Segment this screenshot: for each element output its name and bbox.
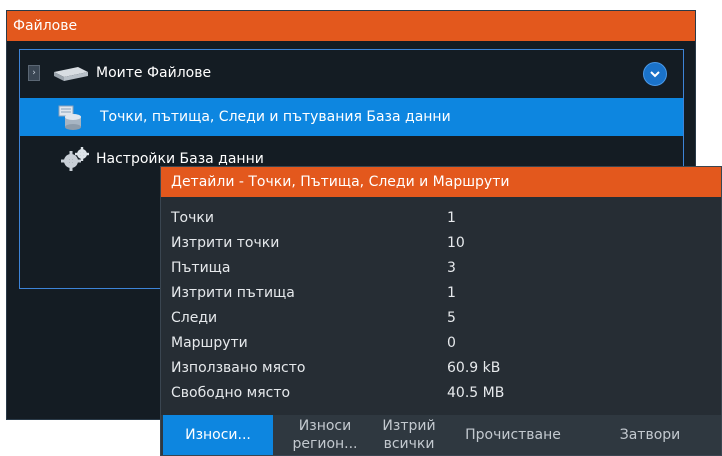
chevron-down-icon[interactable] bbox=[643, 62, 667, 86]
detail-label: Изтрити точки bbox=[171, 235, 280, 251]
clean-button-label: Прочистване bbox=[465, 427, 561, 443]
detail-value: 1 bbox=[447, 210, 456, 226]
detail-label: Свободно място bbox=[171, 385, 291, 401]
database-icon bbox=[56, 104, 84, 145]
detail-row-routes: Пътища 3 bbox=[161, 255, 721, 281]
expand-toggle-icon[interactable]: › bbox=[28, 65, 40, 81]
detail-label: Пътища bbox=[171, 260, 231, 276]
delete-all-label-line2: всички bbox=[383, 436, 435, 452]
detail-row-free-space: Свободно място 40.5 MB bbox=[161, 380, 721, 406]
drive-icon bbox=[50, 63, 90, 97]
detail-row-used-space: Използвано място 60.9 kB bbox=[161, 355, 721, 381]
tree-item-label: Моите Файлове bbox=[96, 65, 212, 81]
detail-value: 0 bbox=[447, 335, 456, 351]
files-window-title: Файлове bbox=[7, 11, 695, 41]
export-region-label-line2: регион... bbox=[292, 436, 358, 452]
detail-value: 10 bbox=[447, 235, 465, 251]
details-toolbar: Износи... Износи регион... Изтрий всички… bbox=[161, 415, 721, 455]
detail-value: 60.9 kB bbox=[447, 360, 501, 376]
tree-item-label: Точки, пътища, Следи и пътувания База да… bbox=[100, 109, 451, 125]
export-region-label-line1: Износи bbox=[298, 418, 352, 434]
clean-button[interactable]: Прочистване bbox=[447, 415, 579, 455]
details-dialog: Детайли - Точки, Пътища, Следи и Маршрут… bbox=[160, 166, 722, 456]
delete-all-button[interactable]: Изтрий всички bbox=[373, 415, 445, 455]
detail-row-trips: Маршрути 0 bbox=[161, 330, 721, 356]
detail-label: Използвано място bbox=[171, 360, 306, 376]
delete-all-label-line1: Изтрий bbox=[382, 418, 436, 434]
detail-value: 40.5 MB bbox=[447, 385, 505, 401]
detail-row-waypoints: Точки 1 bbox=[161, 205, 721, 231]
detail-label: Изтрити пътища bbox=[171, 285, 295, 301]
detail-row-deleted-waypoints: Изтрити точки 10 bbox=[161, 230, 721, 256]
export-button-label: Износи... bbox=[185, 427, 251, 443]
close-button[interactable]: Затвори bbox=[581, 415, 719, 455]
detail-label: Маршрути bbox=[171, 335, 248, 351]
detail-value: 1 bbox=[447, 285, 456, 301]
export-region-button[interactable]: Износи регион... bbox=[279, 415, 371, 455]
close-button-label: Затвори bbox=[619, 427, 681, 443]
details-dialog-title: Детайли - Точки, Пътища, Следи и Маршрут… bbox=[161, 167, 721, 197]
detail-label: Следи bbox=[171, 310, 218, 326]
detail-value: 5 bbox=[447, 310, 456, 326]
tree-item-waypoints-database[interactable]: Точки, пътища, Следи и пътувания База да… bbox=[20, 98, 683, 136]
tree-item-my-files[interactable]: › Моите Файлове bbox=[20, 56, 683, 90]
gears-icon bbox=[60, 146, 90, 185]
detail-value: 3 bbox=[447, 260, 456, 276]
export-button[interactable]: Износи... bbox=[163, 415, 273, 455]
detail-row-deleted-routes: Изтрити пътища 1 bbox=[161, 280, 721, 306]
detail-row-trails: Следи 5 bbox=[161, 305, 721, 331]
detail-label: Точки bbox=[171, 210, 214, 226]
